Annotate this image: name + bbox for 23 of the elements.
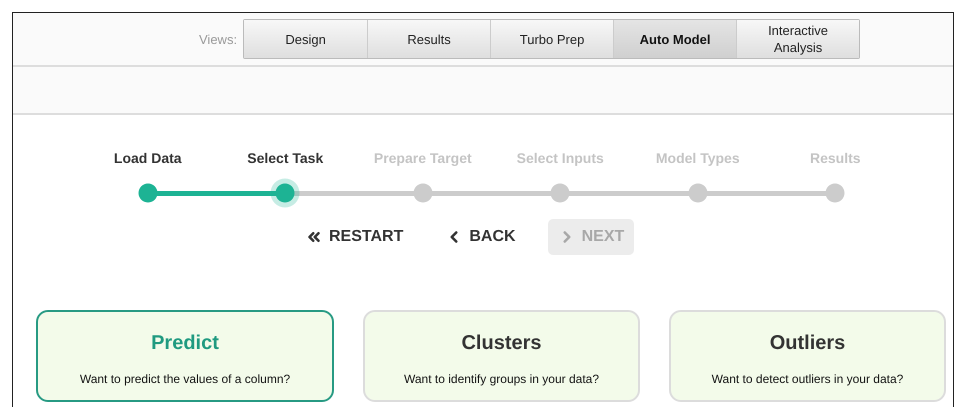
restart-button[interactable]: RESTART	[295, 219, 414, 255]
step-label: Results	[810, 149, 861, 168]
step-label: Select Task	[247, 149, 324, 168]
task-description: Want to predict the values of a column?	[80, 371, 290, 388]
task-description: Want to identify groups in your data?	[404, 371, 599, 388]
views-label: Views:	[199, 31, 238, 49]
step-label: Select Inputs	[516, 149, 604, 168]
task-card[interactable]: Predict Want to predict the values of a column?	[36, 310, 334, 402]
task-title: Predict	[151, 331, 219, 356]
view-tab[interactable]: Auto Model	[613, 20, 736, 58]
step-label: Model Types	[656, 149, 740, 168]
step-label: Load Data	[114, 149, 182, 168]
step-label: Prepare Target	[374, 149, 472, 168]
task-card[interactable]: Outliers Want to detect outliers in your data?	[669, 310, 946, 402]
view-tab[interactable]: Turbo Prep	[490, 20, 614, 58]
view-tab[interactable]: Results	[367, 20, 490, 58]
task-title: Outliers	[770, 331, 846, 356]
view-tab[interactable]: Interactive Analysis	[736, 20, 860, 58]
task-title: Clusters	[461, 331, 542, 356]
back-button[interactable]: BACK	[435, 219, 526, 255]
task-description: Want to detect outliers in your data?	[712, 371, 904, 388]
task-card[interactable]: Clusters Want to identify groups in your data?	[363, 310, 640, 402]
view-tab[interactable]: Design	[244, 20, 368, 58]
